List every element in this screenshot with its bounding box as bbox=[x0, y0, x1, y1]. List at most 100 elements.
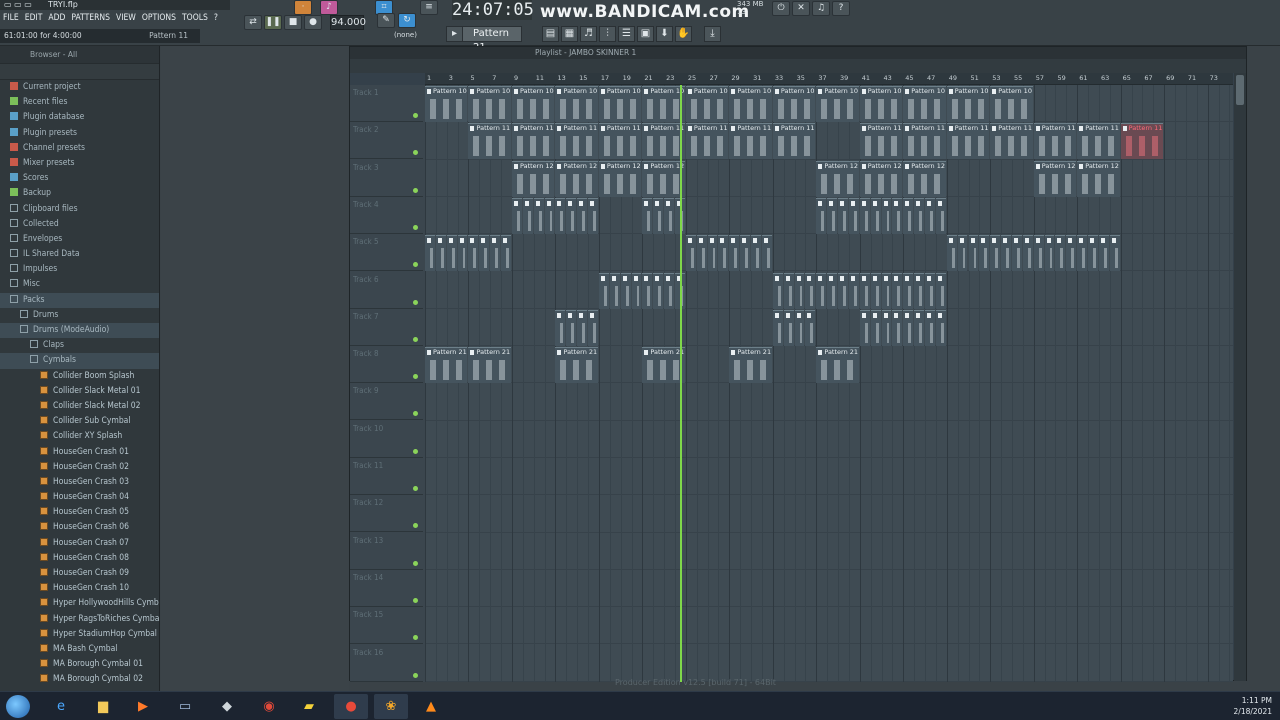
pattern-clip[interactable]: Pattern 12 bbox=[642, 160, 685, 197]
pattern-clip[interactable] bbox=[1066, 235, 1077, 272]
pattern-clip[interactable]: Pattern 10 bbox=[729, 86, 772, 122]
pattern-clip[interactable] bbox=[631, 272, 642, 309]
pattern-clip[interactable] bbox=[848, 272, 859, 309]
pattern-clip[interactable]: Pattern 10 bbox=[990, 86, 1033, 122]
browser-item[interactable]: Plugin presets bbox=[0, 126, 159, 141]
pattern-clip[interactable] bbox=[1077, 235, 1088, 272]
pattern-clip[interactable] bbox=[1011, 235, 1022, 272]
touch-icon[interactable]: ✋ bbox=[675, 26, 692, 42]
browser-item[interactable]: Backup bbox=[0, 186, 159, 201]
pattern-clip[interactable] bbox=[838, 272, 848, 309]
pattern-clip[interactable] bbox=[892, 309, 903, 346]
pattern-clip[interactable] bbox=[588, 197, 598, 234]
browser-item[interactable]: HouseGen Crash 03 bbox=[0, 475, 159, 490]
pattern-clip[interactable] bbox=[870, 197, 881, 234]
browser-item[interactable]: MA Borough Cymbal 02 bbox=[0, 672, 159, 687]
pattern-clip[interactable] bbox=[566, 309, 577, 346]
pattern-clip[interactable]: Pattern 11 bbox=[772, 123, 816, 160]
plugin-picker-icon[interactable]: ▣ bbox=[637, 26, 654, 42]
track-mute-led[interactable] bbox=[413, 262, 418, 268]
track-mute-led[interactable] bbox=[413, 336, 418, 342]
browser-item[interactable]: MA Borough Cymbal 01 bbox=[0, 657, 159, 672]
snap-selector[interactable]: (none) bbox=[394, 31, 417, 39]
pattern-clip[interactable] bbox=[740, 235, 751, 272]
pattern-clip[interactable]: Pattern 10 bbox=[946, 86, 990, 122]
track-header[interactable]: Track 16 bbox=[350, 645, 423, 682]
piano-roll-icon[interactable]: ♬ bbox=[580, 26, 597, 42]
browser-item[interactable]: Claps bbox=[0, 338, 159, 353]
pattern-clip[interactable] bbox=[979, 235, 990, 272]
browser-item[interactable]: Collider Slack Metal 02 bbox=[0, 399, 159, 414]
pattern-clip[interactable]: Pattern 12 bbox=[859, 160, 903, 197]
pattern-clip[interactable]: Pattern 11 bbox=[468, 123, 511, 160]
pattern-clip[interactable] bbox=[566, 197, 577, 234]
pattern-clip[interactable]: Pattern 11 bbox=[859, 123, 903, 160]
pattern-clip[interactable]: Pattern 10 bbox=[425, 86, 468, 122]
pattern-clip[interactable]: Pattern 11 bbox=[990, 123, 1033, 160]
track-mute-led[interactable] bbox=[413, 672, 418, 678]
pattern-clip[interactable] bbox=[881, 309, 892, 346]
browser-item[interactable]: HouseGen Crash 05 bbox=[0, 505, 159, 520]
track-header[interactable]: Track 13 bbox=[350, 533, 423, 570]
browser-item[interactable]: Mixer presets bbox=[0, 156, 159, 171]
pattern-clip[interactable] bbox=[870, 309, 881, 346]
pattern-clip[interactable]: Pattern 12 bbox=[598, 160, 642, 197]
browser-item[interactable]: Drums (ModeAudio) bbox=[0, 323, 159, 339]
pattern-clip[interactable] bbox=[653, 272, 664, 309]
download-icon[interactable]: ⤓ bbox=[704, 26, 721, 42]
browser-item[interactable]: Collider Slack Metal 01 bbox=[0, 384, 159, 399]
arrangement-grid[interactable]: Pattern 10 Pattern 10 Pattern 10 Pattern 10… bbox=[425, 85, 1233, 682]
pattern-clip[interactable] bbox=[490, 235, 501, 272]
pattern-clip[interactable] bbox=[816, 272, 827, 309]
pattern-clip[interactable]: Pattern 11 bbox=[511, 123, 555, 160]
mixer-icon[interactable]: ⫶ bbox=[599, 26, 616, 42]
pattern-clip[interactable] bbox=[990, 235, 1001, 272]
menu-patterns[interactable]: PATTERNS bbox=[68, 11, 113, 25]
pattern-clip[interactable]: Pattern 11 bbox=[1077, 123, 1120, 160]
browser-item[interactable]: HouseGen Crash 07 bbox=[0, 536, 159, 551]
explorer-icon[interactable]: ▆ bbox=[86, 694, 120, 719]
pattern-clip[interactable] bbox=[1088, 235, 1098, 272]
pattern-clip[interactable] bbox=[859, 272, 870, 309]
track-header[interactable]: Track 11 bbox=[350, 458, 423, 495]
chrome-icon[interactable]: ◉ bbox=[252, 694, 286, 719]
pattern-clip[interactable] bbox=[522, 197, 533, 234]
pattern-clip[interactable] bbox=[870, 272, 881, 309]
pattern-clip[interactable]: Pattern 12 bbox=[816, 160, 859, 197]
pattern-clip[interactable]: Pattern 11 bbox=[903, 123, 946, 160]
start-button[interactable] bbox=[6, 695, 30, 718]
computer-icon[interactable]: ▭ bbox=[168, 694, 202, 719]
tempo-tap-icon[interactable]: ⬇ bbox=[656, 26, 673, 42]
fl-studio-icon[interactable]: ❀ bbox=[374, 694, 408, 719]
track-lane[interactable] bbox=[425, 458, 1233, 496]
pattern-clip[interactable] bbox=[783, 272, 794, 309]
browser-item[interactable]: Channel presets bbox=[0, 141, 159, 156]
track-lane[interactable] bbox=[425, 383, 1233, 421]
browser-item[interactable]: Collected bbox=[0, 217, 159, 232]
browser-item[interactable]: Clipboard files bbox=[0, 202, 159, 217]
scroll-thumb[interactable] bbox=[1236, 75, 1244, 105]
track-lane[interactable] bbox=[425, 495, 1233, 533]
track-header[interactable]: Track 8 bbox=[350, 346, 423, 384]
pattern-clip[interactable] bbox=[859, 309, 870, 346]
pattern-clip[interactable]: Pattern 11 bbox=[555, 123, 598, 160]
track-mute-led[interactable] bbox=[413, 523, 418, 529]
system-tray[interactable]: 1:11 PM 2/18/2021 bbox=[1234, 695, 1272, 717]
pattern-clip[interactable] bbox=[1109, 235, 1120, 272]
pattern-clip[interactable] bbox=[761, 235, 772, 272]
track-mute-led[interactable] bbox=[413, 597, 418, 603]
pattern-clip[interactable] bbox=[805, 272, 816, 309]
browser-item[interactable]: Hyper StadiumHop Cymbal bbox=[0, 627, 159, 642]
pattern-clip[interactable] bbox=[555, 309, 566, 346]
pattern-clip[interactable]: Pattern 10 bbox=[772, 86, 816, 122]
track-header[interactable]: Track 1 bbox=[350, 85, 423, 122]
track-mute-led[interactable] bbox=[413, 411, 418, 417]
pattern-clip[interactable] bbox=[696, 235, 707, 272]
timeline-ruler[interactable]: 1 3 5 7 9 11 13 15 17 19 21 23 25 27 29 31 33 35 37 39 41 43 4… bbox=[425, 73, 1233, 85]
pattern-clip[interactable] bbox=[914, 309, 924, 346]
track-header[interactable]: Track 14 bbox=[350, 570, 423, 607]
pattern-clip[interactable]: Pattern 10 bbox=[511, 86, 555, 122]
pattern-clip[interactable] bbox=[1098, 235, 1109, 272]
track-header[interactable]: Track 5 bbox=[350, 234, 423, 272]
pattern-clip[interactable] bbox=[751, 235, 761, 272]
